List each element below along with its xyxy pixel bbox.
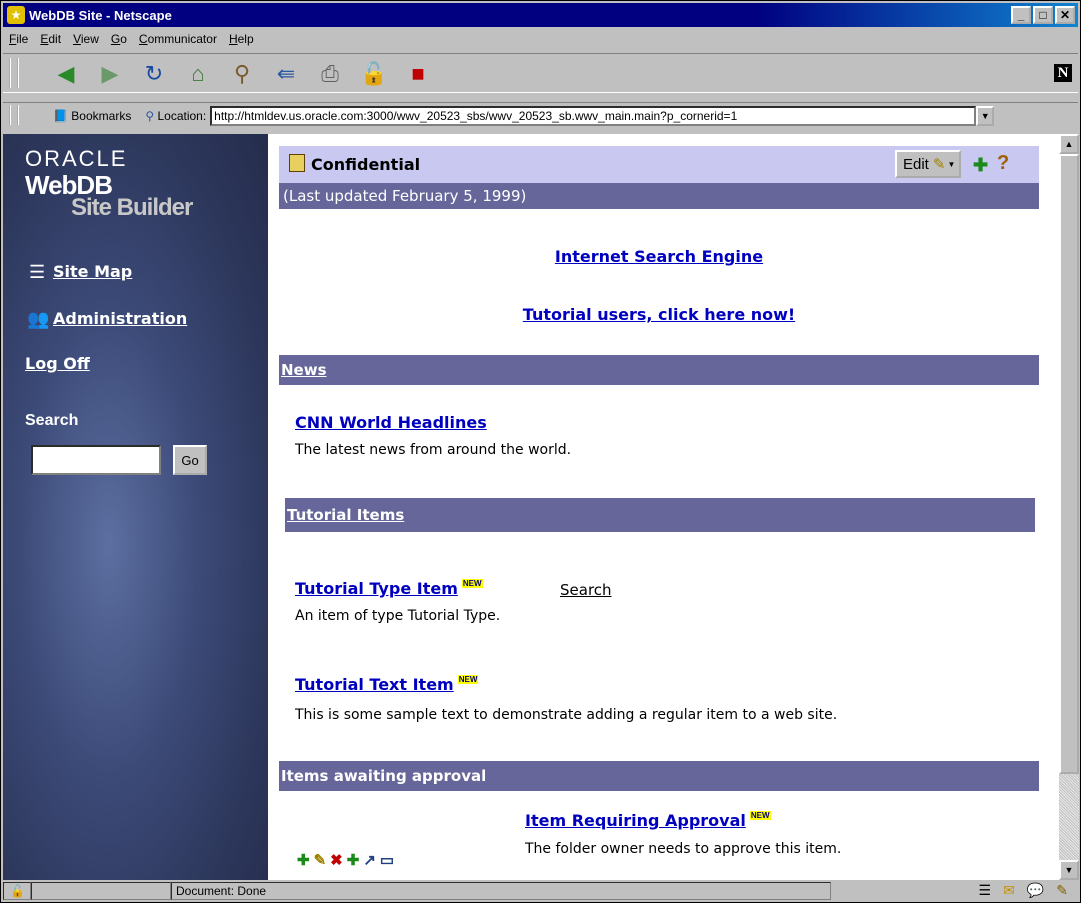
- location-bar: 📘 Bookmarks ⚲ Location: http://htmldev.u…: [3, 102, 1078, 128]
- status-bar: 🔓 Document: Done ☰ ✉ 💬 ✎: [3, 881, 1078, 901]
- approval-actions: ✚ ✎ ✖ ✚ ↗ ▭: [297, 851, 394, 869]
- log-off-link[interactable]: Log Off: [25, 354, 90, 373]
- cnn-world-headlines-link[interactable]: CNN World Headlines: [295, 413, 487, 432]
- bookmarks-label: Bookmarks: [71, 108, 132, 123]
- comment-icon[interactable]: ▭: [380, 851, 394, 869]
- menu-communicator[interactable]: Communicator: [139, 32, 217, 46]
- folder-header: Confidential Edit ✎ ▼ ✚ ?: [279, 146, 1039, 183]
- approval-section-heading: Items awaiting approval: [279, 761, 1039, 791]
- site-map-icon: ☰: [29, 262, 46, 282]
- security-icon[interactable]: 🔓: [359, 60, 389, 88]
- add-item-icon[interactable]: ✚: [973, 155, 988, 176]
- tutorial-type-item-search-link[interactable]: Search: [560, 581, 612, 599]
- scroll-thumb[interactable]: [1059, 154, 1079, 774]
- toolbar-grip[interactable]: [9, 58, 19, 88]
- tutorial-type-item-description: An item of type Tutorial Type.: [295, 608, 501, 624]
- item-requiring-approval-link[interactable]: Item Requiring Approval NEW: [525, 811, 771, 830]
- help-icon[interactable]: ?: [997, 152, 1009, 175]
- forward-icon[interactable]: ▶: [95, 60, 125, 88]
- last-updated: (Last updated February 5, 1999): [279, 183, 1039, 209]
- sidebar: ORACLE WebDB Site Builder ☰ Site Map 👥 A…: [3, 134, 268, 880]
- pencil-icon: ✎: [932, 156, 946, 173]
- add-icon[interactable]: ✚: [347, 851, 360, 869]
- title-bar: WebDB Site - Netscape _ □ ✕: [3, 3, 1078, 27]
- tutorial-users-link[interactable]: Tutorial users, click here now!: [279, 305, 1039, 324]
- site-map-link[interactable]: Site Map: [53, 262, 132, 281]
- page-content: ORACLE WebDB Site Builder ☰ Site Map 👥 A…: [3, 134, 1059, 880]
- menu-file[interactable]: File: [9, 32, 28, 46]
- news-section-heading: News: [279, 355, 1039, 385]
- oracle-logo: ORACLE: [25, 146, 128, 171]
- location-grip[interactable]: [9, 105, 19, 125]
- bookmarks-button[interactable]: 📘 Bookmarks: [53, 109, 131, 123]
- home-icon[interactable]: ⌂: [183, 60, 213, 88]
- bookmarks-icon: 📘: [53, 108, 68, 123]
- move-icon[interactable]: ↗: [363, 851, 376, 869]
- security-status-icon[interactable]: 🔓: [3, 882, 31, 900]
- page-proxy-icon[interactable]: ⚲: [145, 109, 154, 123]
- menu-view[interactable]: View: [73, 32, 99, 46]
- scroll-up-button[interactable]: ▲: [1059, 134, 1079, 154]
- location-label: ⚲ Location:: [145, 108, 207, 123]
- url-field[interactable]: http://htmldev.us.oracle.com:3000/wwv_20…: [210, 105, 977, 126]
- search-icon[interactable]: ⚲: [227, 60, 257, 88]
- tutorial-type-item-link[interactable]: Tutorial Type Item NEW: [295, 579, 483, 598]
- vertical-scrollbar[interactable]: ▲ ▼: [1059, 134, 1079, 880]
- search-label: Search: [25, 412, 79, 429]
- search-input[interactable]: [31, 445, 161, 475]
- discussions-component-icon[interactable]: 💬: [1027, 882, 1044, 899]
- netscape-logo-icon: N: [1054, 64, 1072, 82]
- edit-label: Edit: [903, 155, 929, 173]
- new-badge: NEW: [457, 675, 479, 684]
- maximize-button[interactable]: □: [1033, 6, 1053, 24]
- status-text: Document: Done: [171, 882, 831, 900]
- netscape-app-icon: [7, 6, 25, 24]
- mail-component-icon[interactable]: ✉: [1003, 882, 1015, 899]
- item-requiring-approval-description: The folder owner needs to approve this i…: [525, 841, 842, 857]
- url-dropdown-button[interactable]: ▼: [976, 105, 995, 126]
- delete-icon[interactable]: ✖: [330, 851, 343, 869]
- cnn-world-headlines-description: The latest news from around the world.: [295, 442, 572, 458]
- menu-help[interactable]: Help: [229, 32, 254, 46]
- tutorial-items-section-heading: Tutorial Items: [285, 498, 1035, 532]
- minimize-button[interactable]: _: [1011, 6, 1031, 24]
- browser-window: WebDB Site - Netscape _ □ ✕ File Edit Vi…: [0, 0, 1081, 903]
- edit-button[interactable]: Edit ✎ ▼: [895, 150, 961, 178]
- internet-search-engine-link[interactable]: Internet Search Engine: [279, 247, 1039, 266]
- reload-icon[interactable]: ↻: [139, 60, 169, 88]
- tutorial-text-item-link[interactable]: Tutorial Text Item NEW: [295, 675, 479, 694]
- scroll-down-button[interactable]: ▼: [1059, 860, 1079, 880]
- close-button[interactable]: ✕: [1055, 6, 1075, 24]
- edit-icon[interactable]: ✎: [314, 851, 327, 869]
- menu-go[interactable]: Go: [111, 32, 127, 46]
- folder-icon: [289, 154, 305, 172]
- approve-icon[interactable]: ✚: [297, 851, 310, 869]
- guide-icon[interactable]: ⇚: [271, 60, 301, 88]
- site-builder-logo: Site Builder: [71, 194, 193, 221]
- navigator-component-icon[interactable]: ☰: [979, 882, 992, 899]
- tutorial-text-item-description: This is some sample text to demonstrate …: [295, 707, 838, 723]
- administration-link[interactable]: Administration: [53, 309, 187, 328]
- back-icon[interactable]: ◀: [51, 60, 81, 88]
- go-button[interactable]: Go: [173, 445, 207, 475]
- menu-edit[interactable]: Edit: [40, 32, 61, 46]
- stop-icon[interactable]: ■: [403, 60, 433, 88]
- chevron-down-icon: ▼: [947, 159, 956, 169]
- new-badge: NEW: [461, 579, 483, 588]
- navigation-toolbar: ◀ ▶ ↻ ⌂ ⚲ ⇚ ⎙ 🔓 ■ N: [3, 53, 1078, 93]
- administration-icon: 👥: [27, 309, 50, 329]
- main-panel: Confidential Edit ✎ ▼ ✚ ? (Last updated …: [279, 134, 1039, 880]
- new-badge: NEW: [749, 811, 771, 820]
- window-title: WebDB Site - Netscape: [29, 7, 172, 23]
- menu-bar: File Edit View Go Communicator Help: [3, 29, 1078, 49]
- progress-cell: [31, 882, 171, 900]
- print-icon[interactable]: ⎙: [315, 60, 345, 88]
- folder-title: Confidential: [311, 155, 421, 174]
- composer-component-icon[interactable]: ✎: [1056, 882, 1068, 899]
